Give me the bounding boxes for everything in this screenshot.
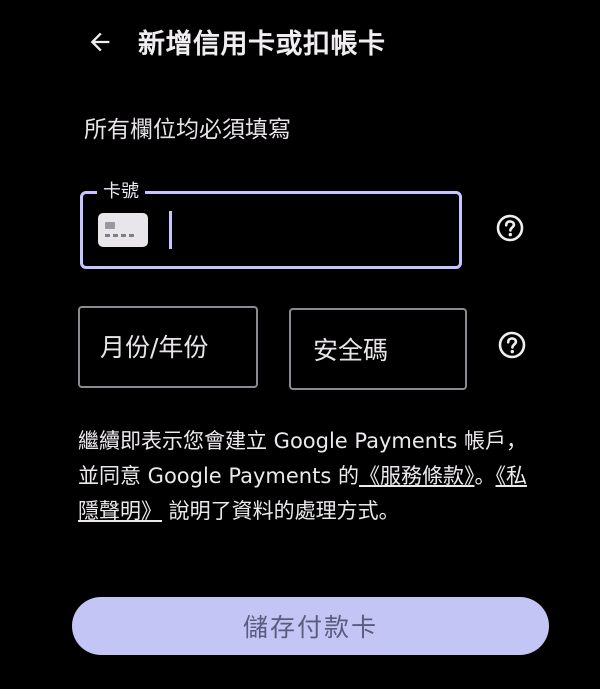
card-number-label: 卡號 [97, 177, 145, 203]
save-card-button[interactable]: 儲存付款卡 [72, 597, 549, 655]
arrow-back-icon[interactable] [86, 28, 114, 56]
terms-of-service-link[interactable]: 《服務條款》 [359, 464, 475, 488]
terms-notice: 繼續即表示您會建立 Google Payments 帳戶，並同意 Google … [78, 424, 530, 529]
security-code-field[interactable]: 安全碼 [289, 308, 467, 390]
credit-card-icon [98, 213, 148, 247]
required-fields-note: 所有欄位均必須填寫 [84, 117, 291, 143]
help-circle-icon[interactable] [497, 330, 527, 360]
page-title: 新增信用卡或扣帳卡 [138, 29, 386, 60]
text-cursor [169, 211, 172, 249]
top-app-bar: 新增信用卡或扣帳卡 [0, 0, 600, 90]
help-circle-icon[interactable] [495, 213, 525, 243]
terms-separator: 。 [474, 464, 496, 488]
terms-text-end: 說明了資料的處理方式。 [162, 499, 400, 523]
card-number-field[interactable]: 卡號 [80, 177, 462, 269]
security-code-placeholder: 安全碼 [313, 336, 389, 365]
expiry-date-placeholder: 月份/年份 [100, 333, 209, 362]
expiry-date-field[interactable]: 月份/年份 [78, 306, 258, 388]
